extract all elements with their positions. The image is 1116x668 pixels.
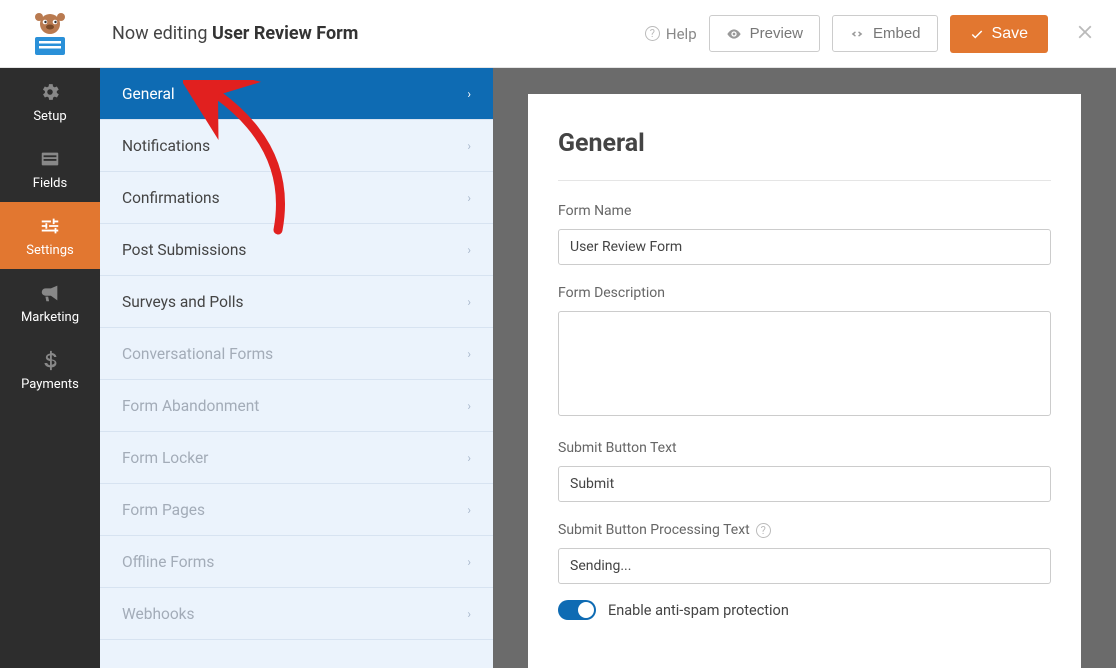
settings-item-surveys[interactable]: Surveys and Polls› [100, 276, 493, 328]
page-title: Now editing User Review Form [100, 23, 645, 44]
settings-item-pages[interactable]: Form Pages› [100, 484, 493, 536]
save-button[interactable]: Save [950, 15, 1048, 53]
app-logo [0, 9, 100, 59]
panel-heading: General [558, 129, 1051, 158]
dollar-icon [39, 349, 61, 371]
help-icon[interactable]: ? [756, 523, 771, 538]
wpforms-logo-icon [25, 9, 75, 59]
submit-processing-input[interactable] [558, 548, 1051, 584]
preview-button[interactable]: Preview [709, 15, 820, 52]
rail-settings[interactable]: Settings [0, 202, 100, 269]
settings-item-webhooks[interactable]: Webhooks› [100, 588, 493, 640]
embed-button[interactable]: Embed [832, 15, 938, 52]
help-icon: ? [645, 26, 660, 41]
chevron-right-icon: › [467, 191, 471, 205]
close-button[interactable] [1074, 17, 1096, 50]
rail-marketing[interactable]: Marketing [0, 269, 100, 336]
chevron-right-icon: › [467, 139, 471, 153]
settings-item-locker[interactable]: Form Locker› [100, 432, 493, 484]
form-desc-input[interactable] [558, 311, 1051, 416]
submit-processing-label: Submit Button Processing Text? [558, 522, 1051, 538]
settings-item-abandonment[interactable]: Form Abandonment› [100, 380, 493, 432]
rail-fields[interactable]: Fields [0, 135, 100, 202]
close-icon [1074, 21, 1096, 43]
settings-item-confirmations[interactable]: Confirmations› [100, 172, 493, 224]
chevron-right-icon: › [467, 607, 471, 621]
eye-icon [726, 26, 742, 42]
form-icon [39, 148, 61, 170]
rail-payments[interactable]: Payments [0, 336, 100, 403]
settings-panel: General Form Name Form Description Submi… [528, 94, 1081, 668]
chevron-right-icon: › [467, 451, 471, 465]
settings-item-offline[interactable]: Offline Forms› [100, 536, 493, 588]
antispam-toggle[interactable] [558, 600, 596, 620]
chevron-right-icon: › [467, 87, 471, 101]
antispam-label: Enable anti-spam protection [608, 602, 789, 619]
settings-item-notifications[interactable]: Notifications› [100, 120, 493, 172]
form-name-label: Form Name [558, 203, 1051, 219]
submit-text-input[interactable] [558, 466, 1051, 502]
bullhorn-icon [39, 282, 61, 304]
submit-text-label: Submit Button Text [558, 440, 1051, 456]
chevron-right-icon: › [467, 555, 471, 569]
chevron-right-icon: › [467, 347, 471, 361]
chevron-right-icon: › [467, 399, 471, 413]
settings-item-post-submissions[interactable]: Post Submissions› [100, 224, 493, 276]
form-desc-label: Form Description [558, 285, 1051, 301]
settings-item-general[interactable]: General› [100, 68, 493, 120]
sliders-icon [39, 215, 61, 237]
chevron-right-icon: › [467, 243, 471, 257]
help-link[interactable]: ? Help [645, 25, 697, 43]
gear-icon [39, 81, 61, 103]
form-name-input[interactable] [558, 229, 1051, 265]
chevron-right-icon: › [467, 503, 471, 517]
chevron-right-icon: › [467, 295, 471, 309]
rail-setup[interactable]: Setup [0, 68, 100, 135]
settings-item-conversational[interactable]: Conversational Forms› [100, 328, 493, 380]
check-icon [970, 27, 984, 41]
code-icon [849, 26, 865, 42]
